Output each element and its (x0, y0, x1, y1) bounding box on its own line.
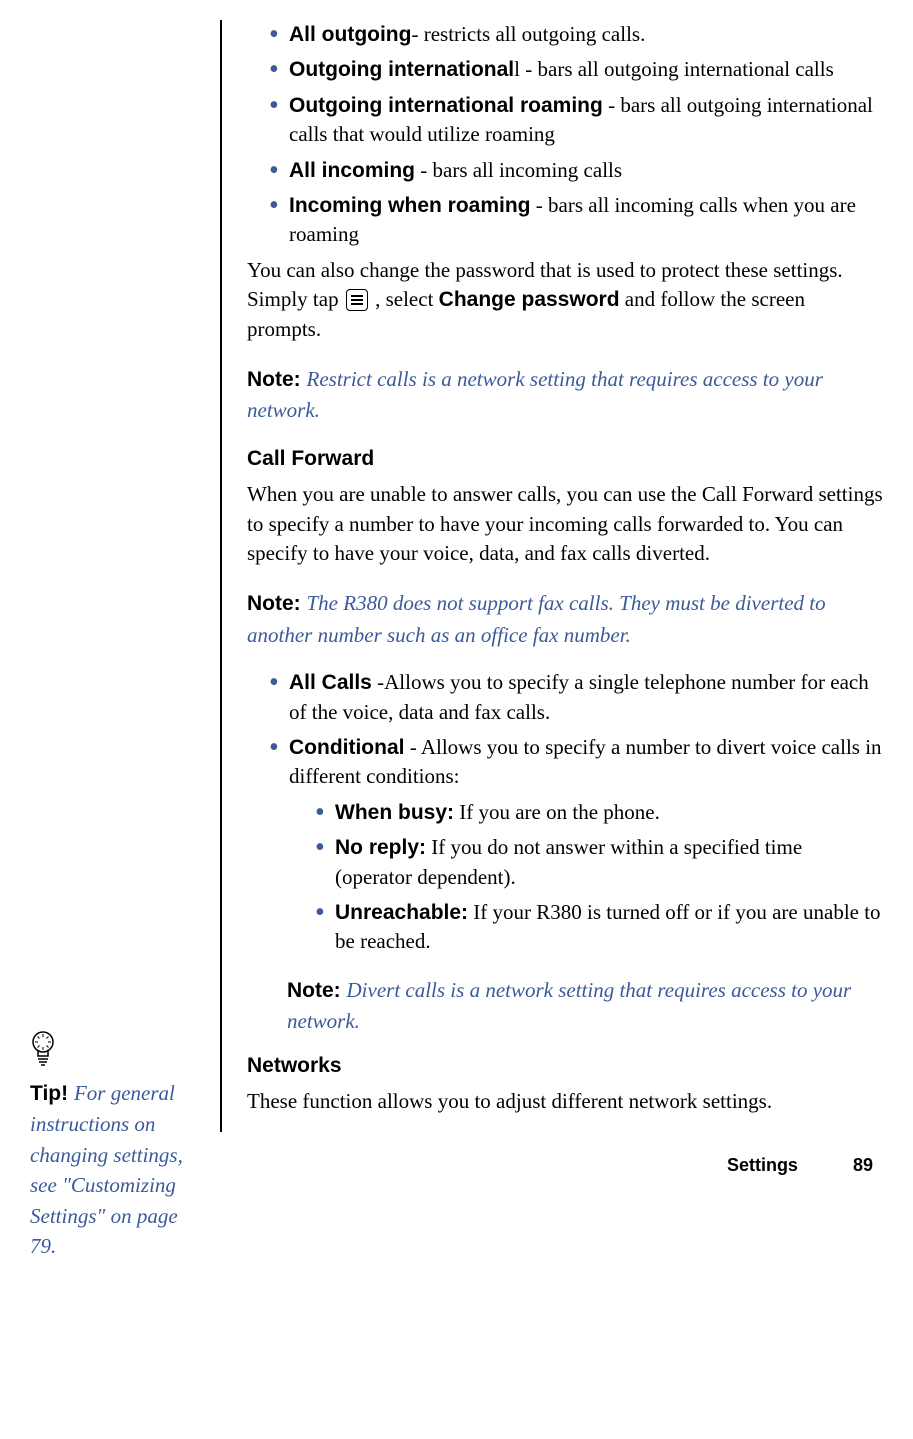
item-suffix: - (603, 93, 621, 117)
item-label: Conditional (289, 736, 404, 759)
list-item: When busy: If you are on the phone. (315, 798, 883, 827)
list-item: All outgoing- restricts all outgoing cal… (269, 20, 883, 49)
item-suffix: - (404, 735, 420, 759)
sidebar-tip: Tip! For general instructions on changin… (30, 1030, 200, 1262)
heading-call-forward: Call Forward (247, 444, 883, 474)
item-label: Outgoing international roaming (289, 94, 603, 117)
note-fax: Note: The R380 does not support fax call… (247, 588, 883, 650)
note-label: Note: (247, 368, 307, 391)
note-text: The R380 does not support fax calls. The… (247, 591, 826, 646)
page-container: Tip! For general instructions on changin… (30, 20, 883, 1179)
item-suffix: - (372, 670, 384, 694)
list-item: All incoming - bars all incoming calls (269, 156, 883, 185)
item-label: Unreachable: (335, 901, 468, 924)
call-forward-intro: When you are unable to answer calls, you… (247, 480, 883, 568)
tip-text: For general instructions on changing set… (30, 1081, 183, 1258)
item-label: All incoming (289, 159, 415, 182)
networks-intro: These function allows you to adjust diff… (247, 1087, 883, 1116)
list-item: Outgoing internationall - bars all outgo… (269, 55, 883, 84)
item-label: Outgoing international (289, 58, 514, 81)
list-item: No reply: If you do not answer within a … (315, 833, 883, 892)
menu-icon (346, 289, 368, 311)
heading-networks: Networks (247, 1051, 883, 1081)
item-label: All Calls (289, 671, 372, 694)
item-suffix: - (520, 57, 538, 81)
note-text: Divert calls is a network setting that r… (287, 978, 851, 1033)
note-text: Restrict calls is a network setting that… (247, 367, 823, 422)
list-item: All Calls -Allows you to specify a singl… (269, 668, 883, 727)
call-barring-list: All outgoing - restricts all outgoing cal… (247, 20, 883, 250)
lightbulb-icon (30, 1030, 56, 1068)
call-forward-types: All Calls -Allows you to specify a singl… (247, 668, 883, 792)
item-desc: restricts all outgoing calls. (418, 22, 645, 46)
list-item: Incoming when roaming - bars all incomin… (269, 191, 883, 250)
list-item: Outgoing international roaming - bars al… (269, 91, 883, 150)
item-label: No reply: (335, 836, 426, 859)
item-desc: bars all outgoing international calls (538, 57, 834, 81)
item-label: When busy: (335, 801, 454, 824)
note-divert-calls: Note: Divert calls is a network setting … (287, 975, 883, 1037)
note-label: Note: (287, 979, 347, 1002)
list-item: Unreachable: If your R380 is turned off … (315, 898, 883, 957)
note-label: Note: (247, 592, 307, 615)
item-label: All outgoing (289, 23, 411, 46)
conditional-list: When busy: If you are on the phone. No r… (247, 798, 883, 957)
tip-paragraph: Tip! For general instructions on changin… (30, 1078, 200, 1262)
item-desc: bars all incoming calls (433, 158, 623, 182)
pw-bold: Change password (439, 288, 620, 311)
item-suffix: - (531, 193, 549, 217)
item-label: Incoming when roaming (289, 194, 531, 217)
list-item: Conditional - Allows you to specify a nu… (269, 733, 883, 792)
note-restrict-calls: Note: Restrict calls is a network settin… (247, 364, 883, 426)
footer-section: Settings (727, 1155, 798, 1175)
item-suffix: - (415, 158, 433, 182)
main-content: All outgoing - restricts all outgoing cal… (220, 20, 883, 1132)
tip-label: Tip! (30, 1082, 74, 1105)
item-desc: If you are on the phone. (454, 800, 660, 824)
password-change-paragraph: You can also change the password that is… (247, 256, 883, 344)
pw-mid: , select (370, 287, 439, 311)
footer-page-number: 89 (853, 1155, 873, 1175)
